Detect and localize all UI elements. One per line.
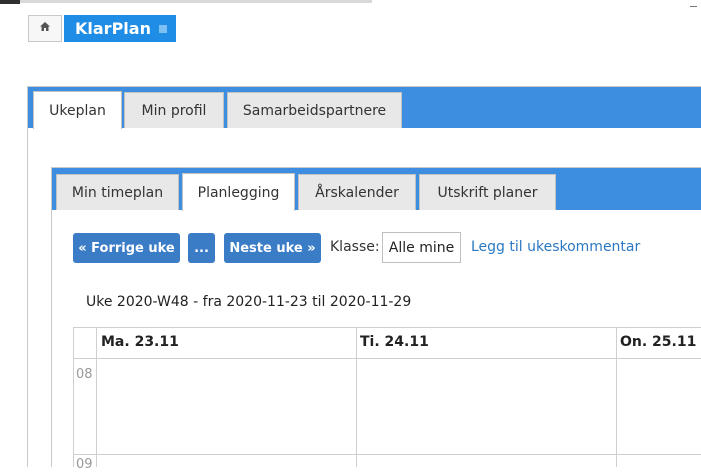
- next-week-button[interactable]: Neste uke »: [224, 233, 321, 263]
- tab-min-profil[interactable]: Min profil: [124, 92, 224, 128]
- home-icon: [39, 21, 51, 36]
- more-label: ...: [194, 240, 209, 256]
- tab-arskalender[interactable]: Årskalender: [298, 174, 416, 210]
- tab-label: Samarbeidspartnere: [242, 102, 387, 119]
- tab-samarbeidspartnere[interactable]: Samarbeidspartnere: [227, 92, 402, 128]
- add-week-comment-link[interactable]: Legg til ukeskommentar: [471, 239, 640, 255]
- time-label: 09: [76, 457, 93, 472]
- tab-label: Min profil: [141, 102, 207, 119]
- tab-label: Planlegging: [197, 184, 280, 201]
- tab-label: Utskrift planer: [437, 184, 538, 201]
- class-select-value: Alle mine: [388, 239, 455, 256]
- day-header: On. 25.11: [620, 334, 697, 350]
- day-header: Ma. 23.11: [101, 334, 179, 350]
- top-corner-mark: [0, 0, 20, 4]
- app-brand[interactable]: KlarPlan: [64, 15, 176, 42]
- tab-min-timeplan[interactable]: Min timeplan: [56, 174, 179, 210]
- prev-week-button[interactable]: « Forrige uke: [73, 233, 180, 263]
- week-title: Uke 2020-W48 - fra 2020-11-23 til 2020-1…: [86, 294, 412, 310]
- tab-planlegging[interactable]: Planlegging: [182, 173, 295, 211]
- tab-utskrift-planer[interactable]: Utskrift planer: [419, 174, 556, 210]
- tab-label: Årskalender: [315, 184, 399, 201]
- next-week-label: Neste uke »: [229, 240, 316, 256]
- tab-label: Min timeplan: [71, 184, 164, 201]
- home-button[interactable]: [28, 15, 62, 42]
- menu-icon: [158, 24, 167, 33]
- calendar-slot[interactable]: [97, 359, 356, 454]
- tab-ukeplan[interactable]: Ukeplan: [33, 91, 122, 129]
- calendar-slot[interactable]: [357, 359, 616, 454]
- class-label: Klasse:: [330, 239, 380, 255]
- prev-week-label: « Forrige uke: [78, 240, 175, 256]
- day-header: Ti. 24.11: [360, 334, 429, 350]
- more-button[interactable]: ...: [188, 233, 215, 263]
- class-select[interactable]: Alle mine: [382, 232, 461, 263]
- time-label: 08: [76, 367, 93, 382]
- grid-divider: [73, 454, 701, 455]
- top-right-mark: [690, 6, 697, 7]
- calendar-slot[interactable]: [617, 359, 701, 454]
- app-name: KlarPlan: [75, 19, 151, 38]
- top-border: [0, 0, 372, 3]
- tab-label: Ukeplan: [49, 102, 106, 119]
